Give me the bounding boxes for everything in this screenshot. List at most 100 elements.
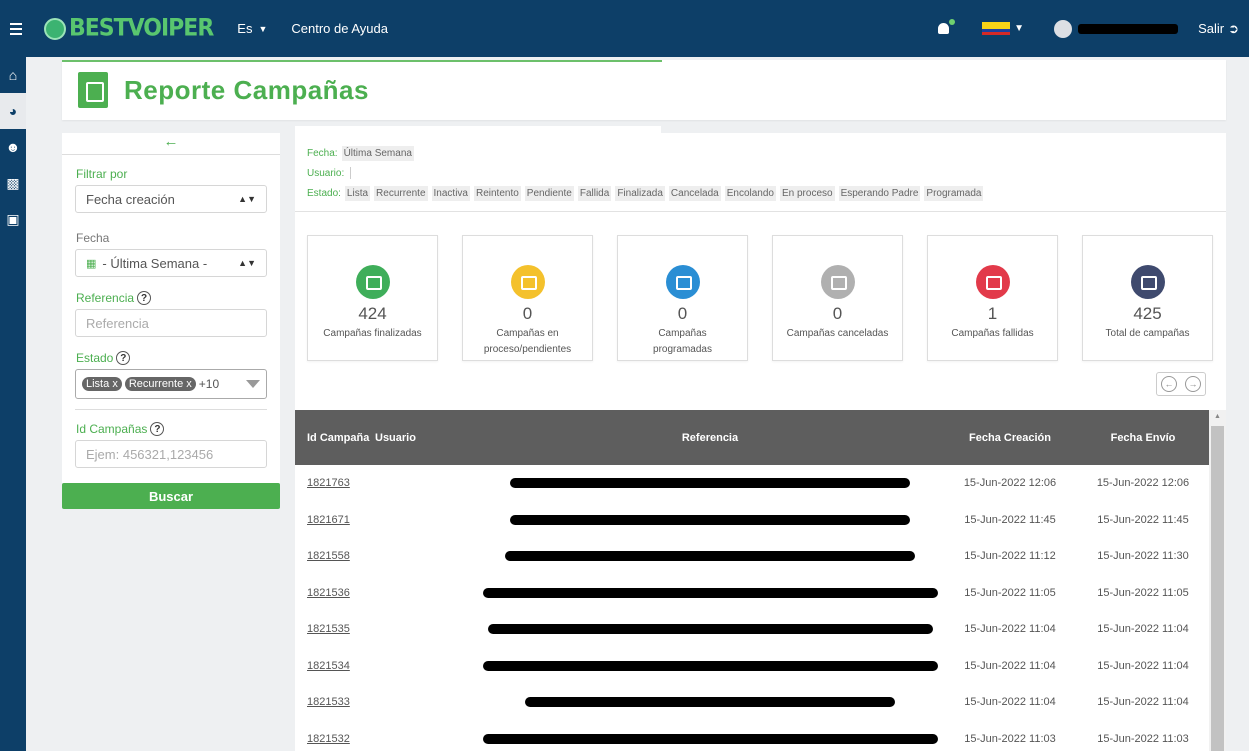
reference-cell [477,551,943,562]
country-flag-icon[interactable] [982,22,1011,35]
help-icon[interactable]: ? [150,422,165,436]
reference-cell [477,514,943,525]
failed-message-icon [975,265,1010,299]
campaign-id-link[interactable]: 1821532 [295,733,375,745]
reference-input[interactable]: Referencia [75,309,267,337]
stat-number: 0 [677,304,688,323]
criteria-date-key: Fecha: [307,147,338,159]
table-row[interactable]: 1821558 15-Jun-2022 11:12 15-Jun-2022 11:3… [295,538,1209,575]
users-icon[interactable]: ☻ [0,129,26,165]
table-scrollbar-thumb[interactable] [1211,426,1224,751]
help-icon[interactable]: ? [116,351,131,365]
search-button[interactable]: Buscar [62,483,280,509]
campaign-id-link[interactable]: 1821535 [295,623,375,635]
user-name-redacted[interactable] [1078,23,1179,34]
user-avatar-icon[interactable] [1054,19,1073,38]
table-row[interactable]: 1821535 15-Jun-2022 11:04 15-Jun-2022 11:0… [295,611,1209,648]
criteria-state-tag: Inactiva [431,185,470,201]
reference-cell [477,733,943,744]
inbox-icon[interactable]: ▣ [0,201,26,237]
help-center-link[interactable]: Centro de Ayuda [291,21,388,36]
in-process-message-icon [510,265,545,299]
select-arrows-icon: ▲▼ [238,194,256,204]
sent-date-cell: 15-Jun-2022 12:06 [1096,477,1190,490]
help-icon[interactable]: ? [137,291,152,305]
col-id[interactable]: Id Campaña [295,430,375,446]
reference-redacted [510,478,910,489]
stat-card-finished: 424 Campañas finalizadas [307,235,438,361]
notification-icon[interactable] [936,18,956,37]
criteria-state-tag: Reintento [473,185,521,201]
criteria-user-value [350,167,352,179]
criteria-summary: Fecha: Última Semana Usuario: Estado: Li… [295,133,1226,203]
dropdown-triangle-icon[interactable] [246,380,260,388]
top-bar: BESTVOIPER Es ▼ Centro de Ayuda ▼ Salir … [0,0,1249,57]
campaign-id-input[interactable]: Ejem: 456321,123456 [75,440,267,468]
calendar-icon: ▦ [86,257,97,270]
col-user[interactable]: Usuario [375,432,477,444]
created-date-cell: 15-Jun-2022 12:06 [963,477,1057,490]
filter-by-value: Fecha creación [86,191,175,207]
reference-label-row: Referencia ? [76,291,266,305]
sent-date-cell: 15-Jun-2022 11:05 [1097,586,1189,599]
col-created-date[interactable]: Fecha Creación [943,432,1077,444]
reports-pie-icon[interactable]: ◕ [0,93,26,129]
created-date-cell: 15-Jun-2022 11:03 [964,732,1056,745]
stat-label: Total de campañas [1105,328,1190,339]
select-arrows-icon: ▲▼ [238,258,256,268]
next-arrow-icon[interactable]: → [1185,376,1201,392]
chevron-down-icon: ▼ [258,23,268,34]
campaign-id-link[interactable]: 1821558 [295,550,375,562]
created-date-cell: 15-Jun-2022 11:12 [964,550,1056,563]
campaign-id-link[interactable]: 1821763 [295,477,375,489]
stat-label: Campañas programadas [653,328,712,355]
criteria-date-value: Última Semana [341,145,414,161]
state-chip-recurrente[interactable]: Recurrente x [124,377,196,391]
table-row[interactable]: 1821533 15-Jun-2022 11:04 15-Jun-2022 11:0… [295,684,1209,721]
table-row[interactable]: 1821671 15-Jun-2022 11:45 15-Jun-2022 11:4… [295,502,1209,539]
filter-by-label: Filtrar por [76,167,128,181]
reference-cell [477,624,943,635]
table-header: Id Campaña Usuario Referencia Fecha Crea… [295,410,1209,465]
home-icon[interactable]: ⌂ [0,57,26,93]
collapse-filter-arrow-icon[interactable]: ← [62,133,280,155]
campaign-id-label-row: Id Campañas ? [76,422,266,436]
scheduled-message-icon [665,265,700,299]
stat-label: Campañas finalizadas [323,328,422,339]
state-label: Estado [76,351,114,365]
table-row[interactable]: 1821763 15-Jun-2022 12:06 15-Jun-2022 12:0… [295,465,1209,502]
table-row[interactable]: 1821536 15-Jun-2022 11:05 15-Jun-2022 11:0… [295,575,1209,612]
prev-arrow-icon[interactable]: ← [1161,376,1177,392]
page-title: Reporte Campañas [124,74,369,105]
date-select[interactable]: ▦ - Última Semana - ▲▼ [75,249,267,277]
chevron-down-icon[interactable]: ▼ [1014,23,1024,34]
logout-button[interactable]: Salir ➲ [1198,21,1239,37]
filter-by-select[interactable]: Fecha creación ▲▼ [75,185,267,213]
created-date-cell: 15-Jun-2022 11:05 [964,586,1056,599]
state-chip-lista[interactable]: Lista x [82,377,122,391]
criteria-state-tag: Programada [924,185,984,201]
menu-icon[interactable] [10,16,36,42]
stat-number: 0 [522,304,533,323]
reference-redacted [505,551,915,562]
logout-label: Salir [1198,21,1225,36]
campaign-id-link[interactable]: 1821534 [295,660,375,672]
campaign-id-link[interactable]: 1821533 [295,696,375,708]
brand-logo[interactable]: BESTVOIPER [44,9,214,49]
reference-redacted [482,733,938,744]
reference-redacted [487,624,933,635]
col-sent-date[interactable]: Fecha Envío [1077,432,1209,444]
chat-icon[interactable]: ▩ [0,165,26,201]
table-row[interactable]: 1821532 15-Jun-2022 11:03 15-Jun-2022 11:0… [295,721,1209,751]
total-message-icon [1130,265,1165,299]
state-multiselect[interactable]: Lista x Recurrente x +10 [75,369,267,399]
col-reference[interactable]: Referencia [477,432,943,444]
language-selector[interactable]: Es ▼ [237,21,267,36]
stat-card-scheduled: 0 Campañas programadas [617,235,748,361]
campaign-id-link[interactable]: 1821536 [295,587,375,599]
campaign-id-link[interactable]: 1821671 [295,514,375,526]
criteria-state-tag: Finalizada [615,185,665,201]
table-row[interactable]: 1821534 15-Jun-2022 11:04 15-Jun-2022 11:0… [295,648,1209,685]
reference-redacted [482,587,938,598]
scroll-up-icon[interactable]: ▲ [1214,413,1221,420]
